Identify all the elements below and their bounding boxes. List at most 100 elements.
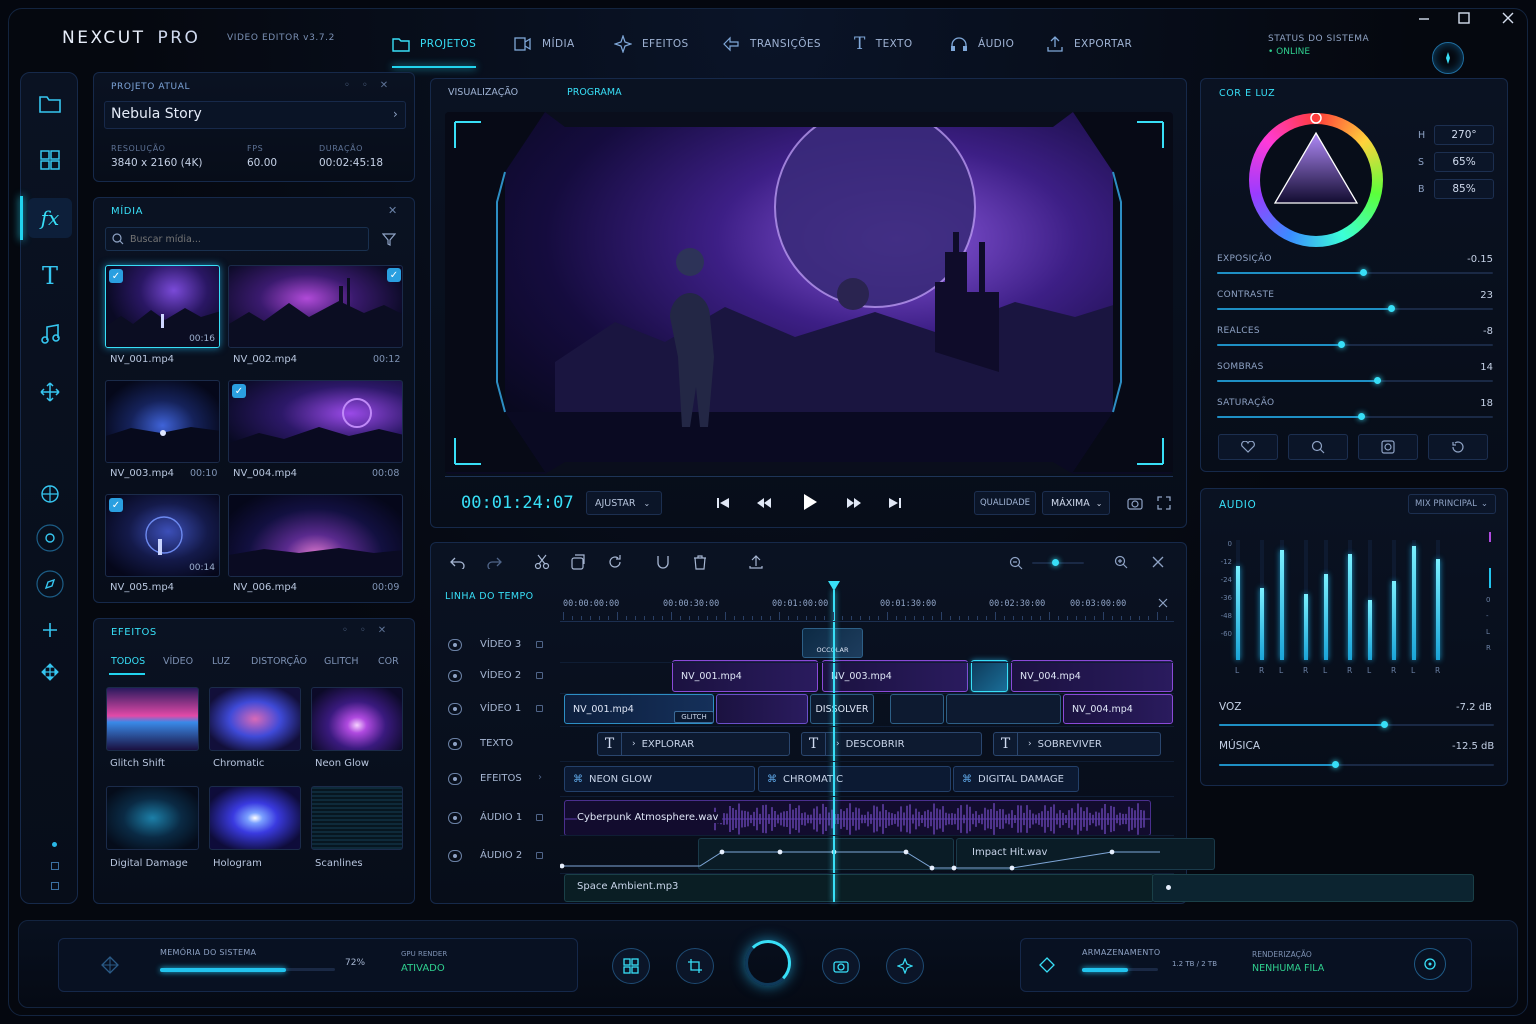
favorite-button[interactable] — [1218, 434, 1278, 460]
zoom-out-icon[interactable] — [1009, 556, 1023, 570]
effects-tab-cor[interactable]: COR — [378, 656, 399, 667]
viewer-tab-visualizacao[interactable]: VISUALIZAÇÃO — [448, 87, 518, 98]
fit-timeline-icon[interactable] — [1114, 555, 1128, 569]
effect-thumb-digital[interactable] — [106, 786, 199, 850]
nav-projetos[interactable]: PROJETOS — [392, 30, 476, 58]
nav-midia[interactable]: MÍDIA — [514, 30, 575, 58]
effect-thumb-hologram[interactable] — [209, 786, 301, 850]
compare-button[interactable] — [1288, 434, 1348, 460]
v1-clip-4[interactable] — [946, 694, 1061, 724]
nav-audio[interactable]: ÁUDIO — [950, 30, 1014, 58]
color-slider-knob[interactable] — [1358, 413, 1365, 420]
lock-icon[interactable] — [536, 852, 543, 859]
v1-glitch-tag[interactable]: GLITCH — [674, 711, 714, 723]
v1-clip-3[interactable] — [890, 694, 944, 724]
text-clip-3[interactable]: T › SOBREVIVER — [993, 732, 1161, 756]
media-thumb-4[interactable] — [228, 380, 403, 463]
b-value-box[interactable]: 85% — [1434, 179, 1494, 199]
fast-forward-icon[interactable] — [846, 496, 862, 510]
footer-layout-button[interactable] — [612, 948, 650, 984]
music-slider-knob[interactable] — [1332, 761, 1339, 768]
effect-thumb-scanlines[interactable] — [311, 786, 403, 850]
ruler-close-icon[interactable] — [1158, 598, 1168, 608]
sidebar-target[interactable] — [28, 518, 72, 558]
hsb-triangle[interactable] — [1249, 113, 1383, 247]
effects-tab-distorcao[interactable]: DISTORÇÃO — [251, 656, 307, 667]
storage-icon[interactable] — [1038, 956, 1056, 974]
compass-button[interactable] — [1432, 42, 1464, 74]
redo-icon[interactable] — [486, 555, 502, 569]
fx-clip-1[interactable]: ⌘ NEON GLOW — [564, 766, 755, 792]
close-button[interactable] — [1498, 8, 1518, 28]
media-thumb-6[interactable] — [228, 494, 403, 577]
v1-clip-5[interactable]: NV_004.mp4 — [1063, 694, 1173, 724]
skip-forward-icon[interactable] — [888, 496, 902, 510]
sidebar-mini-icon-1[interactable] — [51, 862, 59, 870]
check-icon[interactable]: ✓ — [109, 269, 123, 283]
snapshot-button[interactable] — [1358, 434, 1418, 460]
maximize-button[interactable] — [1454, 8, 1474, 28]
chevron-right-icon[interactable]: › — [538, 772, 542, 783]
check-icon[interactable]: ✓ — [232, 384, 246, 398]
effects-tab-todos[interactable]: TODOS — [111, 656, 145, 667]
audio-3-keyframe[interactable] — [1166, 885, 1171, 890]
nav-texto[interactable]: T TEXTO — [854, 30, 913, 58]
skip-back-icon[interactable] — [716, 496, 730, 510]
effect-thumb-glitch[interactable] — [106, 687, 199, 751]
effects-header-icons[interactable]: ◦◦✕ — [342, 625, 386, 636]
magnet-icon[interactable] — [655, 554, 671, 570]
lock-icon[interactable] — [536, 641, 543, 648]
footer-fx-button[interactable] — [886, 948, 924, 984]
media-thumb-3[interactable] — [105, 380, 220, 463]
audio-3-clip-tail[interactable] — [1152, 874, 1474, 902]
lock-icon[interactable] — [536, 705, 543, 712]
sidebar-text[interactable]: T — [28, 256, 72, 296]
fullscreen-icon[interactable] — [1157, 496, 1171, 510]
volume-envelope[interactable] — [560, 838, 1180, 878]
effect-thumb-neon[interactable] — [311, 687, 403, 751]
v2-transition[interactable] — [971, 660, 1008, 692]
sidebar-projects[interactable] — [28, 84, 72, 124]
fit-dropdown[interactable]: AJUSTAR ⌄ — [586, 491, 662, 515]
color-slider-knob[interactable] — [1338, 341, 1345, 348]
footer-render-dial[interactable] — [745, 940, 791, 986]
nav-transicoes[interactable]: TRANSIÇÕES — [722, 30, 821, 58]
color-slider-knob[interactable] — [1374, 377, 1381, 384]
sidebar-transform[interactable] — [28, 372, 72, 412]
close-icon[interactable] — [1152, 556, 1164, 568]
color-slider-knob[interactable] — [1388, 305, 1395, 312]
network-icon[interactable] — [100, 955, 120, 975]
v2-clip-1[interactable]: NV_001.mp4 — [672, 660, 818, 692]
copy-icon[interactable] — [570, 554, 586, 570]
effects-tab-glitch[interactable]: GLITCH — [324, 656, 358, 667]
viewer-tab-programa[interactable]: PROGRAMA — [567, 87, 622, 98]
lock-icon[interactable] — [536, 814, 543, 821]
fx-clip-2[interactable]: ⌘ CHROMATIC — [758, 766, 951, 792]
v2-clip-3[interactable]: NV_004.mp4 — [1011, 660, 1173, 692]
check-icon[interactable]: ✓ — [109, 498, 123, 512]
text-clip-2[interactable]: T › DESCOBRIR — [801, 732, 982, 756]
sidebar-compass[interactable] — [28, 564, 72, 604]
trash-icon[interactable] — [692, 554, 708, 570]
sidebar-arrows[interactable] — [28, 652, 72, 692]
sidebar-audio[interactable] — [28, 314, 72, 354]
sidebar-add[interactable] — [28, 610, 72, 650]
play-icon[interactable] — [802, 493, 818, 511]
share-icon[interactable] — [748, 554, 764, 570]
audio-1-clip[interactable]: Cyberpunk Atmosphere.wav — [564, 800, 1151, 836]
camera-icon[interactable] — [1127, 496, 1143, 510]
lock-icon[interactable] — [536, 672, 543, 679]
sidebar-mini-icon-2[interactable] — [51, 882, 59, 890]
footer-settings-button[interactable] — [1414, 948, 1446, 980]
fx-clip-3[interactable]: ⌘ DIGITAL DAMAGE — [953, 766, 1079, 792]
color-slider-knob[interactable] — [1360, 269, 1367, 276]
rewind-icon[interactable] — [756, 496, 772, 510]
sidebar-media[interactable] — [28, 140, 72, 180]
effects-tab-video[interactable]: VÍDEO — [163, 656, 193, 667]
effects-tab-luz[interactable]: LUZ — [212, 656, 230, 667]
sidebar-effects[interactable]: fx — [28, 198, 72, 238]
reset-button[interactable] — [1428, 434, 1488, 460]
s-value-box[interactable]: 65% — [1434, 152, 1494, 172]
quality-dropdown[interactable]: MÁXIMA ⌄ — [1042, 491, 1110, 515]
voice-slider-knob[interactable] — [1381, 721, 1388, 728]
